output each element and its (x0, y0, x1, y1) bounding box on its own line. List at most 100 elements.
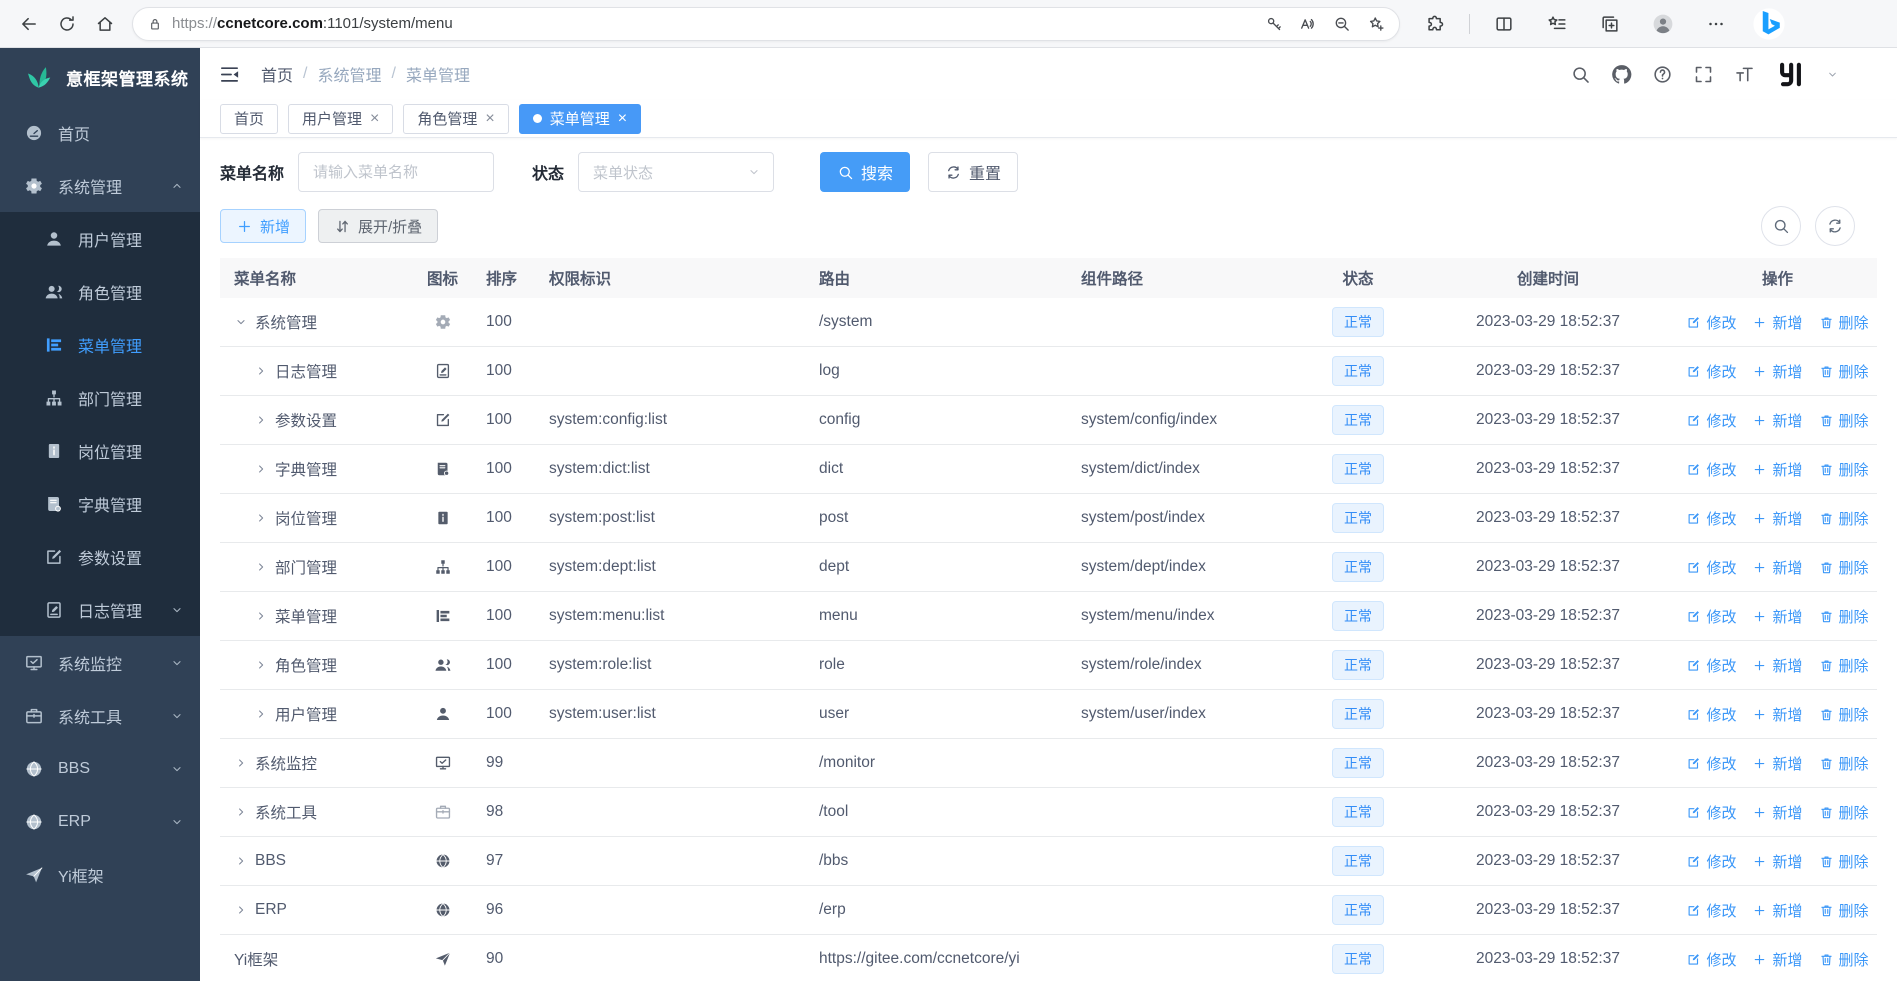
tree-collapse-icon[interactable] (234, 315, 248, 329)
tree-expand-icon[interactable] (254, 511, 268, 525)
sidebar-item-dept[interactable]: 部门管理 (0, 371, 200, 424)
split-screen-icon[interactable] (1485, 6, 1523, 42)
row-edit-link[interactable]: 修改 (1686, 753, 1736, 774)
row-delete-link[interactable]: 删除 (1819, 851, 1869, 872)
tree-expand-icon[interactable] (254, 609, 268, 623)
row-add-link[interactable]: 新增 (1752, 410, 1803, 431)
row-delete-link[interactable]: 删除 (1819, 508, 1869, 529)
add-button[interactable]: 新增 (220, 209, 307, 243)
chevron-down-icon[interactable] (1826, 68, 1839, 81)
browser-reload-button[interactable] (48, 6, 86, 42)
sidebar-item-user[interactable]: 用户管理 (0, 212, 200, 265)
password-key-icon[interactable] (1265, 15, 1283, 33)
sidebar-item-post[interactable]: 岗位管理 (0, 424, 200, 477)
sidebar-item-log[interactable]: 日志管理 (0, 583, 200, 636)
sidebar-item-erp[interactable]: ERP (0, 795, 200, 848)
row-edit-link[interactable]: 修改 (1686, 508, 1736, 529)
tab-0[interactable]: 首页 (220, 103, 279, 134)
row-edit-link[interactable]: 修改 (1686, 312, 1736, 333)
row-add-link[interactable]: 新增 (1752, 655, 1803, 676)
tree-expand-icon[interactable] (254, 413, 268, 427)
row-delete-link[interactable]: 删除 (1819, 410, 1869, 431)
row-add-link[interactable]: 新增 (1752, 312, 1803, 333)
tree-expand-icon[interactable] (254, 462, 268, 476)
row-edit-link[interactable]: 修改 (1686, 459, 1736, 480)
address-bar[interactable]: https://ccnetcore.com:1101/system/menu (132, 6, 1400, 41)
font-size-icon[interactable] (1734, 64, 1755, 85)
row-edit-link[interactable]: 修改 (1686, 557, 1736, 578)
help-icon[interactable] (1652, 64, 1673, 85)
row-edit-link[interactable]: 修改 (1686, 655, 1736, 676)
row-edit-link[interactable]: 修改 (1686, 900, 1736, 921)
tree-expand-icon[interactable] (254, 707, 268, 721)
menu-name-input[interactable] (298, 152, 495, 192)
row-add-link[interactable]: 新增 (1752, 361, 1803, 382)
reset-button[interactable]: 重置 (928, 152, 1019, 192)
sidebar-item-dict[interactable]: 字典管理 (0, 477, 200, 530)
fullscreen-icon[interactable] (1693, 64, 1714, 85)
add-favorite-icon[interactable] (1367, 15, 1385, 33)
sidebar-item-role[interactable]: 角色管理 (0, 265, 200, 318)
row-delete-link[interactable]: 删除 (1819, 361, 1869, 382)
row-add-link[interactable]: 新增 (1752, 949, 1803, 970)
search-icon[interactable] (1570, 64, 1591, 85)
row-edit-link[interactable]: 修改 (1686, 851, 1736, 872)
sidebar-item-menu[interactable]: 菜单管理 (0, 318, 200, 371)
tab-close-icon[interactable] (618, 111, 627, 127)
tab-3[interactable]: 菜单管理 (518, 103, 642, 134)
row-add-link[interactable]: 新增 (1752, 753, 1803, 774)
tab-2[interactable]: 角色管理 (403, 103, 509, 134)
breadcrumb-system[interactable]: 系统管理 (317, 62, 381, 86)
breadcrumb-menu[interactable]: 菜单管理 (406, 62, 470, 86)
row-add-link[interactable]: 新增 (1752, 704, 1803, 725)
row-edit-link[interactable]: 修改 (1686, 606, 1736, 627)
read-aloud-icon[interactable] (1299, 15, 1317, 33)
row-add-link[interactable]: 新增 (1752, 508, 1803, 529)
tab-close-icon[interactable] (370, 111, 379, 127)
row-delete-link[interactable]: 删除 (1819, 802, 1869, 823)
tree-expand-icon[interactable] (234, 903, 248, 917)
sidebar-item-yi[interactable]: Yi框架 (0, 848, 200, 901)
tree-expand-icon[interactable] (254, 658, 268, 672)
browser-back-button[interactable] (10, 6, 48, 42)
search-button[interactable]: 搜索 (820, 152, 911, 192)
refresh-table-button[interactable] (1815, 206, 1855, 246)
row-edit-link[interactable]: 修改 (1686, 802, 1736, 823)
tab-1[interactable]: 用户管理 (288, 103, 394, 134)
sidebar-item-tool[interactable]: 系统工具 (0, 689, 200, 742)
github-icon[interactable] (1611, 64, 1632, 85)
row-delete-link[interactable]: 删除 (1819, 606, 1869, 627)
tree-expand-icon[interactable] (234, 756, 248, 770)
tree-expand-icon[interactable] (234, 854, 248, 868)
row-delete-link[interactable]: 删除 (1819, 312, 1869, 333)
toggle-search-button[interactable] (1761, 206, 1801, 246)
tree-expand-icon[interactable] (234, 805, 248, 819)
row-delete-link[interactable]: 删除 (1819, 557, 1869, 578)
row-edit-link[interactable]: 修改 (1686, 949, 1736, 970)
row-add-link[interactable]: 新增 (1752, 459, 1803, 480)
row-add-link[interactable]: 新增 (1752, 606, 1803, 627)
row-delete-link[interactable]: 删除 (1819, 900, 1869, 921)
sidebar-item-home[interactable]: 首页 (0, 106, 200, 159)
breadcrumb-home[interactable]: 首页 (261, 62, 293, 86)
extensions-icon[interactable] (1416, 6, 1454, 42)
row-delete-link[interactable]: 删除 (1819, 704, 1869, 725)
status-select[interactable]: 菜单状态 (578, 152, 775, 192)
row-delete-link[interactable]: 删除 (1819, 949, 1869, 970)
collapse-sidebar-icon[interactable] (218, 63, 241, 86)
row-add-link[interactable]: 新增 (1752, 557, 1803, 578)
row-delete-link[interactable]: 删除 (1819, 655, 1869, 676)
favorites-bar-icon[interactable] (1538, 6, 1576, 42)
tree-expand-icon[interactable] (254, 560, 268, 574)
row-edit-link[interactable]: 修改 (1686, 361, 1736, 382)
expand-collapse-button[interactable]: 展开/折叠 (318, 209, 439, 243)
row-edit-link[interactable]: 修改 (1686, 704, 1736, 725)
user-avatar[interactable] (1775, 59, 1806, 90)
sidebar-item-monitor[interactable]: 系统监控 (0, 636, 200, 689)
bing-icon[interactable] (1750, 6, 1788, 42)
row-delete-link[interactable]: 删除 (1819, 753, 1869, 774)
tab-close-icon[interactable] (485, 111, 494, 127)
row-delete-link[interactable]: 删除 (1819, 459, 1869, 480)
row-edit-link[interactable]: 修改 (1686, 410, 1736, 431)
browser-profile-avatar[interactable] (1644, 6, 1682, 42)
